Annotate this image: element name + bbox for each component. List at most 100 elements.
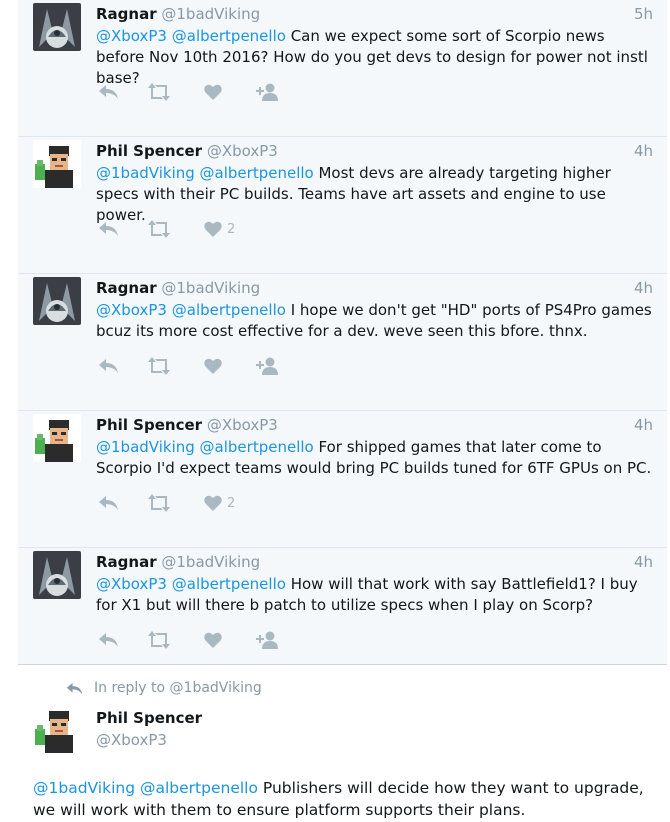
retweet-button[interactable] — [146, 219, 172, 239]
like-button[interactable]: 2 — [204, 493, 235, 513]
reply-icon — [66, 682, 83, 694]
tweet-header: Ragnar @1badViking 5h — [96, 5, 653, 25]
like-count: 2 — [227, 221, 236, 237]
phil-avatar-image — [33, 140, 81, 188]
viking-avatar-image — [33, 277, 81, 325]
heart-icon — [204, 495, 222, 511]
mention-link[interactable]: @XboxP3 — [96, 27, 167, 45]
mention-link[interactable]: @albertpenello — [200, 164, 314, 182]
avatar[interactable] — [33, 277, 81, 325]
tweet-header: Phil Spencer @XboxP3 4h — [96, 142, 653, 162]
tweet-header: Phil Spencer @XboxP3 4h — [96, 416, 653, 436]
reply-icon — [99, 633, 118, 647]
reply-button[interactable] — [98, 493, 120, 513]
avatar[interactable] — [33, 551, 81, 599]
tweet[interactable]: Ragnar @1badViking 4h @XboxP3 @albertpen… — [18, 548, 667, 685]
retweet-button[interactable] — [146, 82, 172, 102]
reply-button[interactable] — [98, 630, 120, 650]
like-button[interactable] — [204, 82, 222, 102]
mention-link[interactable]: @albertpenello — [172, 27, 286, 45]
tweet[interactable]: Ragnar @1badViking 4h @XboxP3 @albertpen… — [18, 274, 667, 411]
author-handle[interactable]: @XboxP3 — [207, 142, 278, 160]
tweet-actions: 2 — [98, 219, 398, 239]
tweet-header: Ragnar @1badViking 4h — [96, 553, 653, 573]
viking-avatar-image — [33, 551, 81, 599]
tweet-text: @1badViking @albertpenello For shipped g… — [96, 437, 657, 479]
tweet[interactable]: Phil Spencer @XboxP3 4h @1badViking @alb… — [18, 137, 667, 274]
author-handle[interactable]: @1badViking — [161, 553, 260, 571]
in-reply-to-handle[interactable]: @1badViking — [170, 680, 262, 696]
timestamp[interactable]: 4h — [634, 553, 653, 571]
author-handle[interactable]: @XboxP3 — [207, 416, 278, 434]
retweet-icon — [148, 83, 170, 101]
tweet-text: @XboxP3 @albertpenello I hope we don't g… — [96, 300, 657, 342]
tweet-actions — [98, 82, 398, 102]
follow-icon — [256, 83, 278, 101]
mention-link[interactable]: @1badViking — [96, 164, 195, 182]
author-name[interactable]: Ragnar — [96, 5, 157, 23]
tweet-text: @XboxP3 @albertpenello Can we expect som… — [96, 26, 657, 89]
reply-button[interactable] — [98, 219, 120, 239]
reply-icon — [99, 359, 118, 373]
like-button[interactable] — [204, 356, 222, 376]
author-handle[interactable]: @1badViking — [161, 5, 260, 23]
mention-link[interactable]: @albertpenello — [172, 301, 286, 319]
author-name[interactable]: Phil Spencer — [96, 416, 202, 434]
tweet[interactable]: Ragnar @1badViking 5h @XboxP3 @albertpen… — [18, 0, 667, 137]
main-tweet-text: @1badViking @albertpenello Publishers wi… — [33, 777, 658, 821]
retweet-icon — [148, 357, 170, 375]
author-name[interactable]: Phil Spencer — [96, 709, 202, 727]
avatar[interactable] — [33, 140, 81, 188]
author-handle[interactable]: @1badViking — [161, 279, 260, 297]
reply-button[interactable] — [98, 356, 120, 376]
in-reply-to-label: In reply to — [94, 680, 166, 696]
avatar[interactable] — [33, 3, 81, 51]
conversation-thread: Ragnar @1badViking 5h @XboxP3 @albertpen… — [18, 0, 667, 665]
author-name[interactable]: Phil Spencer — [96, 142, 202, 160]
retweet-button[interactable] — [146, 493, 172, 513]
follow-icon — [256, 357, 278, 375]
in-reply-to: In reply to @1badViking — [66, 680, 262, 696]
follow-button[interactable] — [256, 630, 280, 650]
timestamp[interactable]: 4h — [634, 416, 653, 434]
mention-link[interactable]: @XboxP3 — [96, 575, 167, 593]
avatar[interactable] — [33, 414, 81, 462]
like-count: 2 — [227, 495, 236, 511]
avatar[interactable] — [33, 705, 81, 753]
follow-button[interactable] — [256, 82, 280, 102]
author-name[interactable]: Ragnar — [96, 279, 157, 297]
reply-button[interactable] — [98, 82, 120, 102]
tweet-actions — [98, 356, 398, 376]
tweet-actions — [98, 630, 398, 650]
reply-icon — [99, 222, 118, 236]
reply-icon — [99, 496, 118, 510]
retweet-button[interactable] — [146, 356, 172, 376]
tweet[interactable]: Phil Spencer @XboxP3 4h @1badViking @alb… — [18, 411, 667, 548]
retweet-icon — [148, 220, 170, 238]
follow-icon — [256, 631, 278, 649]
reply-icon — [99, 85, 118, 99]
follow-button[interactable] — [256, 356, 280, 376]
mention-link[interactable]: @albertpenello — [140, 779, 258, 797]
phil-avatar-image — [33, 705, 81, 753]
like-button[interactable]: 2 — [204, 219, 235, 239]
timestamp[interactable]: 4h — [634, 279, 653, 297]
tweet-actions: 2 — [98, 493, 398, 513]
viking-avatar-image — [33, 3, 81, 51]
tweet-header: Ragnar @1badViking 4h — [96, 279, 653, 299]
heart-icon — [204, 632, 222, 648]
timestamp[interactable]: 4h — [634, 142, 653, 160]
tweet-text: @1badViking @albertpenello Most devs are… — [96, 163, 657, 226]
heart-icon — [204, 84, 222, 100]
author-name[interactable]: Ragnar — [96, 553, 157, 571]
mention-link[interactable]: @1badViking — [33, 779, 135, 797]
timestamp[interactable]: 5h — [634, 5, 653, 23]
mention-link[interactable]: @albertpenello — [172, 575, 286, 593]
author-handle[interactable]: @XboxP3 — [96, 731, 167, 749]
retweet-button[interactable] — [146, 630, 172, 650]
mention-link[interactable]: @1badViking — [96, 438, 195, 456]
like-button[interactable] — [204, 630, 222, 650]
mention-link[interactable]: @albertpenello — [200, 438, 314, 456]
phil-avatar-image — [33, 414, 81, 462]
mention-link[interactable]: @XboxP3 — [96, 301, 167, 319]
